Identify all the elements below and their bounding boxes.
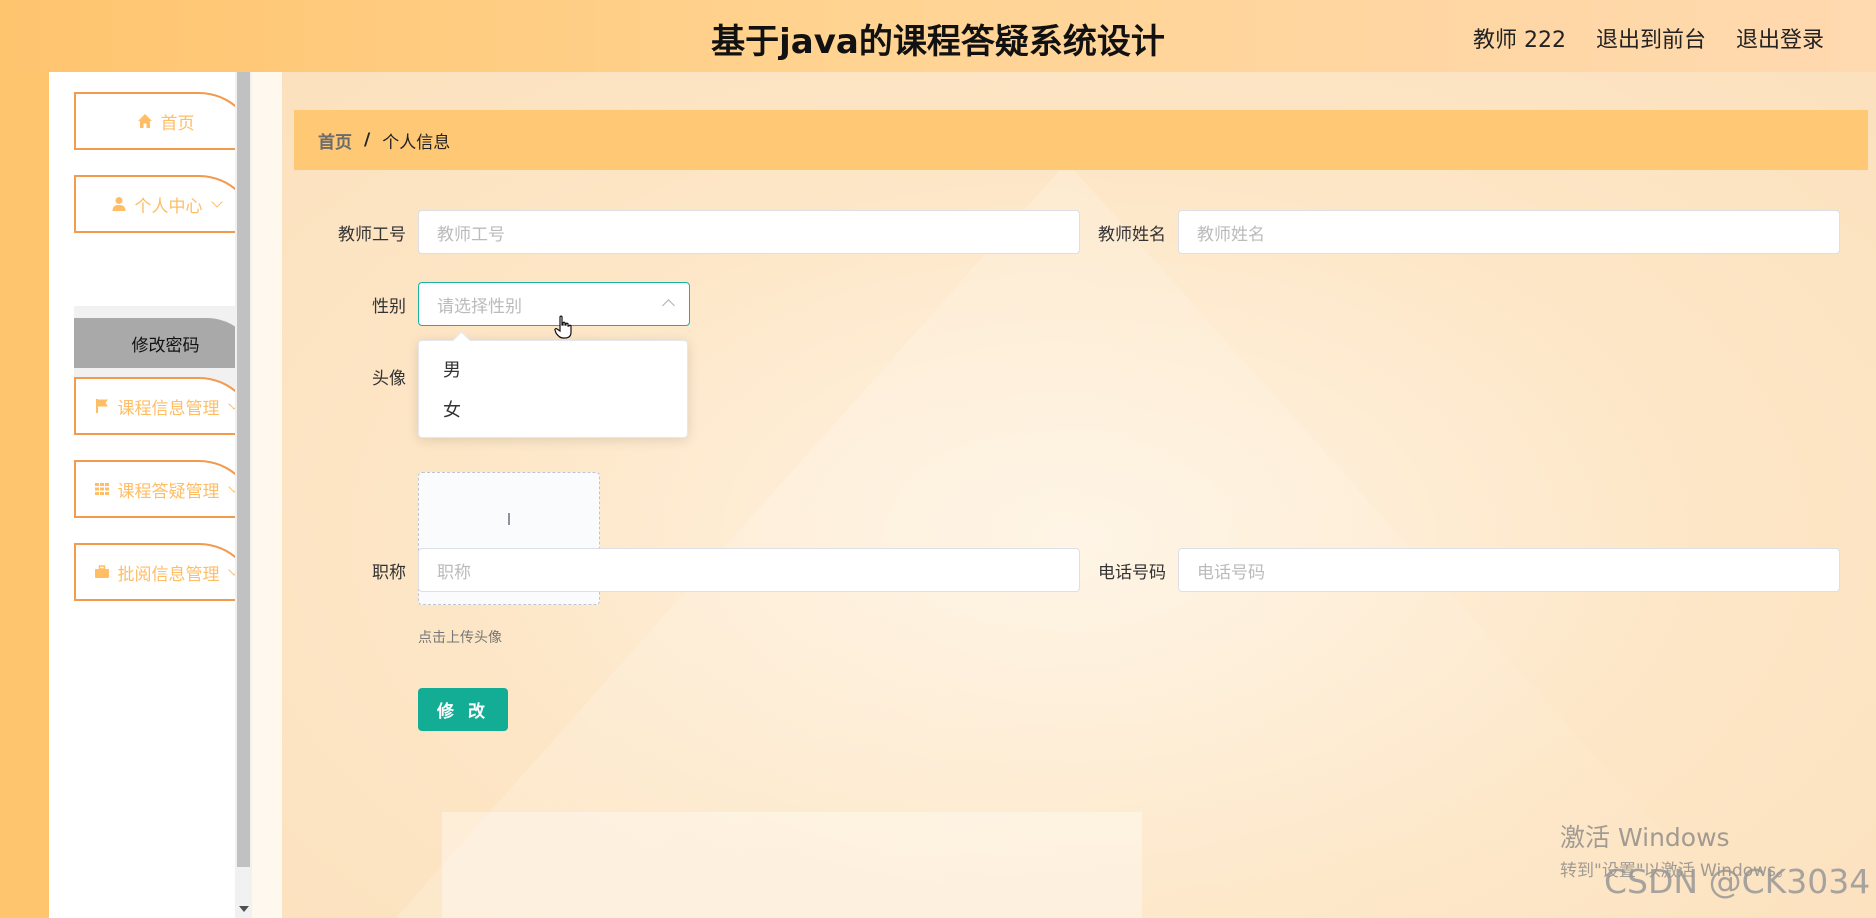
current-user: 教师 222 bbox=[1472, 28, 1566, 53]
main-content: 首页 / 个人信息 教师工号 教师工号 教师姓名 教师姓名 性别 请选择性别 头… bbox=[282, 72, 1876, 918]
teacher-id-label: 教师工号 bbox=[338, 225, 406, 245]
grid-icon bbox=[94, 481, 110, 497]
plus-icon bbox=[508, 513, 510, 525]
csdn-watermark: CSDN @CK3034 bbox=[1604, 862, 1871, 901]
background-decoration bbox=[442, 812, 1142, 918]
breadcrumb-current: 个人信息 bbox=[382, 132, 451, 153]
scroll-down-arrow-icon[interactable] bbox=[239, 906, 249, 912]
phone-input[interactable]: 电话号码 bbox=[1178, 548, 1840, 592]
flag-icon bbox=[94, 398, 110, 414]
user-icon bbox=[111, 196, 127, 212]
briefcase-icon bbox=[94, 564, 110, 580]
logout-link[interactable]: 退出登录 bbox=[1736, 22, 1824, 54]
sidebar-item-review-info[interactable]: 批阅信息管理 bbox=[74, 543, 257, 601]
submenu-change-password[interactable]: 修改密码 bbox=[74, 318, 257, 368]
sidebar-item-course-qa[interactable]: 课程答疑管理 bbox=[74, 460, 257, 518]
sidebar-item-label: 课程答疑管理 bbox=[117, 481, 220, 502]
top-header: 基于java的课程答疑系统设计 教师 222 退出到前台 退出登录 bbox=[0, 0, 1876, 72]
gender-label: 性别 bbox=[372, 297, 406, 317]
chevron-down-icon bbox=[210, 196, 223, 208]
sidebar: 首页 个人中心 修改密码 个人信息 课程信息管理 bbox=[49, 72, 257, 918]
teacher-id-input[interactable]: 教师工号 bbox=[418, 210, 1080, 254]
avatar-label: 头像 bbox=[372, 369, 406, 389]
sidebar-item-home[interactable]: 首页 bbox=[74, 92, 257, 150]
chevron-up-icon bbox=[662, 299, 675, 312]
gender-dropdown: 男 女 bbox=[418, 340, 688, 438]
sidebar-scrollbar[interactable] bbox=[235, 72, 252, 918]
scrollbar-thumb[interactable] bbox=[237, 72, 250, 867]
left-accent-strip bbox=[0, 72, 49, 918]
gender-option-male[interactable]: 男 bbox=[419, 351, 687, 391]
job-title-input[interactable]: 职称 bbox=[418, 548, 1080, 592]
submit-button[interactable]: 修 改 bbox=[418, 688, 508, 731]
back-to-front-link[interactable]: 退出到前台 bbox=[1596, 22, 1706, 54]
gender-option-female[interactable]: 女 bbox=[419, 391, 687, 431]
breadcrumb-home[interactable]: 首页 bbox=[318, 128, 352, 153]
sidebar-item-course-info[interactable]: 课程信息管理 bbox=[74, 377, 257, 435]
content-edge bbox=[252, 72, 282, 918]
breadcrumb: 首页 / 个人信息 bbox=[294, 110, 1868, 170]
sidebar-item-label: 首页 bbox=[160, 113, 195, 134]
phone-label: 电话号码 bbox=[1098, 563, 1166, 583]
breadcrumb-separator: / bbox=[364, 130, 371, 150]
home-icon bbox=[137, 113, 153, 129]
teacher-name-input[interactable]: 教师姓名 bbox=[1178, 210, 1840, 254]
hand-cursor-icon bbox=[554, 315, 574, 345]
avatar-upload-hint: 点击上传头像 bbox=[418, 630, 502, 646]
sidebar-item-label: 批阅信息管理 bbox=[117, 564, 220, 585]
sidebar-item-personal-center[interactable]: 个人中心 bbox=[74, 175, 257, 233]
sidebar-item-label: 课程信息管理 bbox=[117, 398, 220, 419]
gender-select-placeholder: 请选择性别 bbox=[437, 296, 522, 317]
teacher-name-label: 教师姓名 bbox=[1098, 225, 1166, 245]
header-user-links: 教师 222 退出到前台 退出登录 bbox=[1473, 22, 1824, 54]
sidebar-item-label: 个人中心 bbox=[134, 196, 203, 217]
watermark-line1: 激活 Windows bbox=[1560, 823, 1730, 852]
app-root: 基于java的课程答疑系统设计 教师 222 退出到前台 退出登录 首页 个人中… bbox=[0, 0, 1876, 918]
job-title-label: 职称 bbox=[372, 563, 406, 583]
